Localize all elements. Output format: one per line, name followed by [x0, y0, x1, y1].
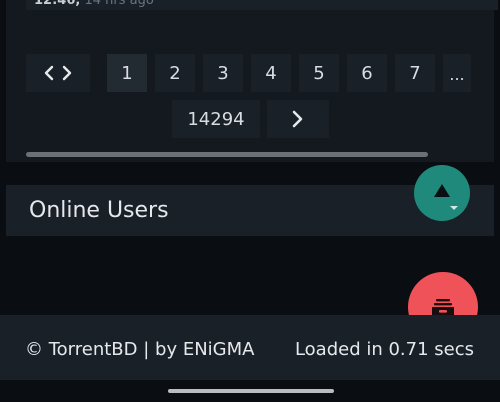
- page: 12:46, 14 hrs ago 1 2 3 4 5 6 7 ... 1429…: [0, 0, 500, 402]
- scroll-to-top-button[interactable]: [414, 165, 470, 221]
- page-button-4[interactable]: 4: [251, 54, 291, 92]
- page-button-6[interactable]: 6: [347, 54, 387, 92]
- previous-item-user[interactable]: 12:46,: [34, 0, 80, 8]
- pagination-ellipsis: ...: [443, 54, 471, 92]
- footer-load-time: Loaded in 0.71 secs: [294, 339, 474, 360]
- code-brackets-icon: [44, 65, 72, 81]
- code-toggle-button[interactable]: [26, 54, 90, 92]
- next-page-button[interactable]: [267, 100, 329, 138]
- last-page-button[interactable]: 14294: [172, 100, 260, 138]
- previous-item-time: 14 hrs ago: [84, 0, 154, 8]
- chevron-right-icon: [292, 110, 303, 128]
- horizontal-scrollbar[interactable]: [26, 152, 428, 157]
- page-button-2[interactable]: 2: [155, 54, 195, 92]
- triangle-up-icon: [434, 184, 458, 210]
- page-button-7[interactable]: 7: [395, 54, 435, 92]
- previous-item-meta: 12:46, 14 hrs ago: [34, 0, 154, 8]
- site-footer: © TorrentBD | by ENiGMA Loaded in 0.71 s…: [0, 315, 500, 380]
- page-button-1[interactable]: 1: [107, 54, 147, 92]
- online-users-title: Online Users: [29, 198, 169, 223]
- page-button-3[interactable]: 3: [203, 54, 243, 92]
- home-indicator[interactable]: [168, 389, 334, 393]
- footer-copyright: © TorrentBD | by ENiGMA: [25, 339, 255, 360]
- page-button-5[interactable]: 5: [299, 54, 339, 92]
